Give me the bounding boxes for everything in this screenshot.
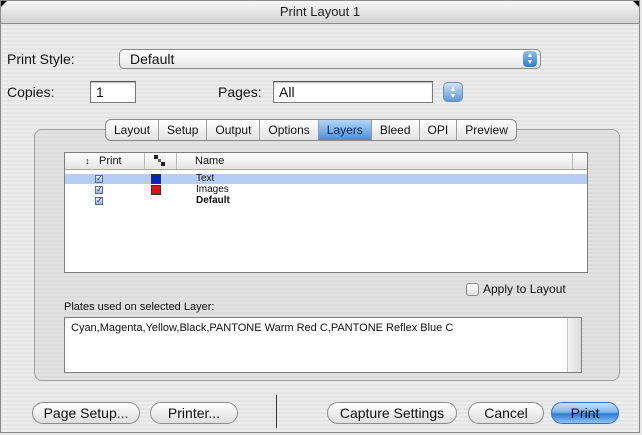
layer-print-checkbox[interactable]: ✓ [95,175,103,183]
tab-bar: Layout Setup Output Options Layers Bleed… [105,119,517,141]
plates-value: Cyan,Magenta,Yellow,Black,PANTONE Warm R… [71,322,454,334]
layer-color-swatch [151,185,161,195]
layers-table-header: ↕ Print Name [65,153,587,170]
print-button[interactable]: Print [551,402,619,424]
copies-field[interactable]: 1 [90,81,136,103]
popup-arrows-icon: ▲ ▼ [523,51,537,67]
print-column-header[interactable]: ↕ Print [65,153,145,169]
tab-layout[interactable]: Layout [106,120,160,140]
window-title: Print Layout 1 [279,4,361,19]
tab-opi[interactable]: OPI [420,120,458,140]
pages-value: All [279,84,295,100]
color-column-header[interactable] [145,153,177,169]
layer-row[interactable]: ✓ Default [65,196,587,206]
printer-button[interactable]: Printer... [150,402,238,424]
print-layout-dialog: Print Layout 1 Print Style: Default ▲ ▼ C… [0,0,640,433]
tab-setup[interactable]: Setup [159,120,208,140]
color-column-icon [154,155,165,166]
pages-label: Pages: [218,84,262,100]
button-divider [276,395,277,428]
layer-row[interactable]: ✓ Text [65,174,587,184]
cancel-button[interactable]: Cancel [468,402,544,424]
print-style-label: Print Style: [7,51,75,67]
plates-list[interactable]: Cyan,Magenta,Yellow,Black,PANTONE Warm R… [64,317,582,373]
title-bar[interactable]: Print Layout 1 [1,1,639,24]
name-column-label: Name [195,155,225,167]
plates-label: Plates used on selected Layer: [64,301,215,313]
pages-popup-arrows-icon[interactable]: ▲ ▼ [443,82,463,102]
tab-bleed[interactable]: Bleed [372,120,420,140]
tab-output[interactable]: Output [207,120,261,140]
layer-name: Text [196,173,215,184]
layers-table[interactable]: ↕ Print Name ✓ Text ✓ Images ✓ Default [64,152,588,273]
capture-settings-button[interactable]: Capture Settings [327,402,457,424]
layer-row[interactable]: ✓ Images [65,185,587,195]
tab-layers[interactable]: Layers [318,120,372,140]
plates-scrollbar[interactable] [567,318,581,372]
apply-to-layout-checkbox[interactable] [466,283,479,296]
copies-label: Copies: [7,84,55,100]
layer-name: Images [196,184,229,195]
layer-print-checkbox[interactable]: ✓ [95,186,103,194]
name-column-header[interactable]: Name [177,153,573,169]
layer-print-checkbox[interactable]: ✓ [95,197,103,205]
tab-options[interactable]: Options [260,120,319,140]
print-column-label: Print [99,155,122,167]
copies-value: 1 [96,84,104,100]
sort-arrows-icon: ↕ [85,156,90,166]
layer-color-swatch [151,174,161,184]
print-style-value: Default [130,51,175,67]
print-style-popup[interactable]: Default ▲ ▼ [119,49,541,69]
layer-name: Default [196,195,230,206]
apply-to-layout-label[interactable]: Apply to Layout [483,282,566,296]
page-setup-button[interactable]: Page Setup... [32,402,140,424]
pages-field[interactable]: All [273,81,433,103]
tab-preview[interactable]: Preview [457,120,516,140]
